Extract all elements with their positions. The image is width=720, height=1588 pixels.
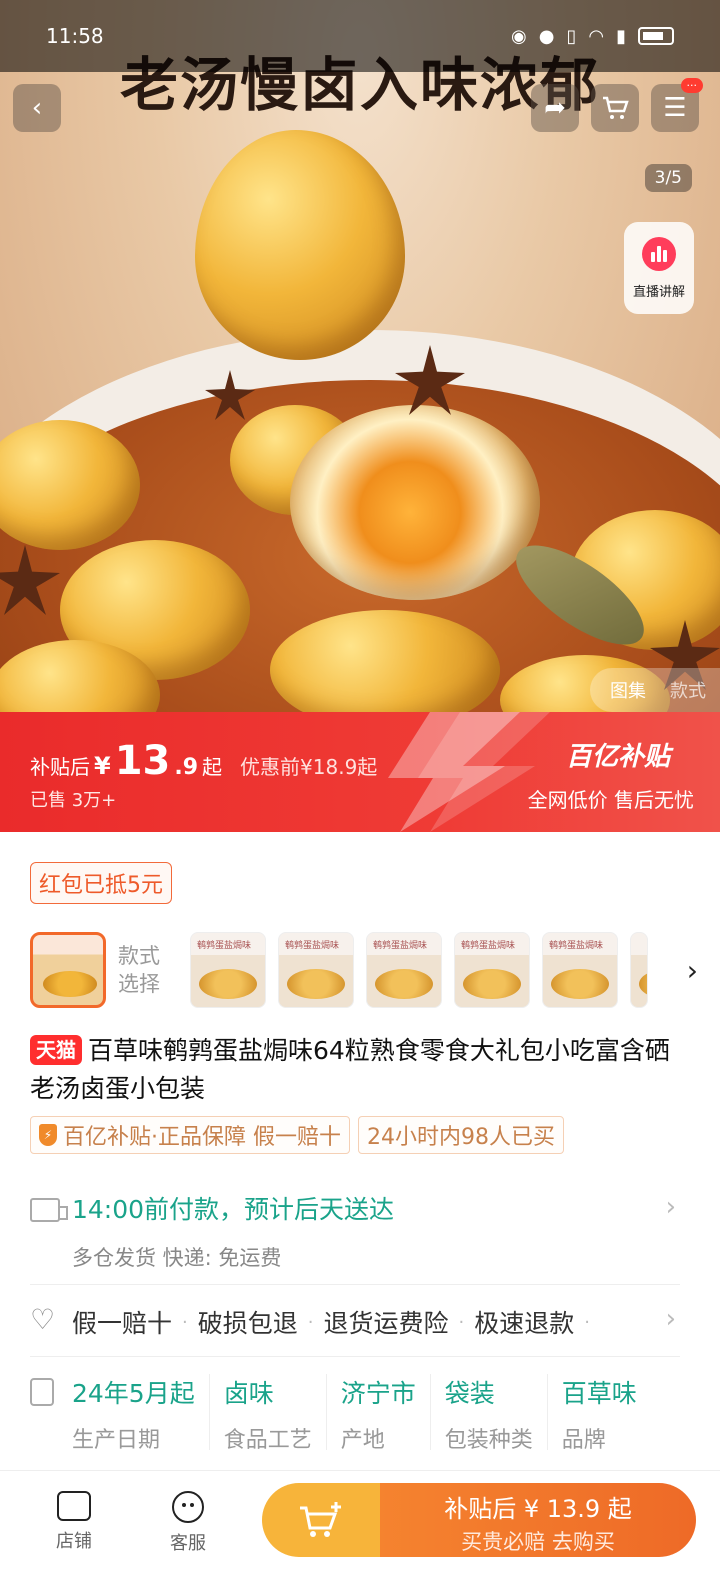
spec-brand: 百草味 品牌 bbox=[561, 1379, 637, 1453]
live-explain-button[interactable]: 直播讲解 bbox=[624, 222, 694, 314]
image-counter: 3/5 bbox=[644, 164, 692, 192]
variant-thumb[interactable]: 鹌鹑蛋盐焗味 bbox=[190, 932, 266, 1008]
live-explain-label: 直播讲解 bbox=[632, 284, 685, 300]
variant-selector[interactable]: 款式选择 鹌鹑蛋盐焗味 鹌鹑蛋盐焗味 鹌鹑蛋盐焗味 鹌鹑蛋盐焗味 鹌鹑蛋盐焗味 … bbox=[30, 930, 710, 1010]
guarantee-item: 退货运费险 bbox=[323, 1309, 449, 1338]
divider bbox=[30, 1284, 680, 1285]
subsidy-banner: 补贴后 ¥ 13 .9 起 优惠前¥18.9起 已售 3万+ 百亿补贴 全网低价… bbox=[0, 712, 720, 832]
price-integer: 13 bbox=[114, 738, 171, 784]
add-to-cart-button[interactable] bbox=[262, 1483, 380, 1557]
gallery-tabs: 图集 款式 bbox=[590, 668, 720, 712]
back-button[interactable]: ‹ bbox=[13, 84, 61, 132]
shop-button[interactable]: 店铺 bbox=[34, 1491, 114, 1553]
product-title-text: 百草味鹌鹑蛋盐焗味64粒熟食零食大礼包小吃富含硒老汤卤蛋小包装 bbox=[30, 1036, 670, 1103]
chevron-right-icon: › bbox=[665, 1304, 676, 1334]
status-time: 11:58 bbox=[46, 24, 104, 48]
buy-action-label: 买贵必赔 去购买 bbox=[461, 1530, 615, 1554]
shop-icon bbox=[57, 1491, 91, 1521]
product-page: 老汤慢卤入味浓郁 11:58 ◉ ● ▯ ◠ ▮ ‹ ➦ ☰ ··· 3/5 直 bbox=[0, 0, 720, 1588]
location-icon: ● bbox=[538, 25, 555, 47]
coupon-badge[interactable]: 红包已抵5元 bbox=[30, 862, 172, 904]
vibrate-icon: ▯ bbox=[566, 25, 577, 47]
eye-icon: ◉ bbox=[511, 25, 527, 47]
variant-thumb-selected[interactable] bbox=[30, 932, 106, 1008]
share-icon: ➦ bbox=[544, 93, 566, 123]
cart-button[interactable] bbox=[591, 84, 639, 132]
status-bar: 11:58 ◉ ● ▯ ◠ ▮ bbox=[0, 0, 720, 72]
bottom-action-bar: 店铺 客服 补贴后 ¥ 13.9 起 买贵必赔 去购买 bbox=[0, 1470, 720, 1588]
subsidy-brand-logo: 百亿补贴 bbox=[565, 742, 670, 772]
message-badge: ··· bbox=[680, 78, 703, 93]
truck-icon bbox=[30, 1198, 68, 1222]
spec-packaging: 袋装 包装种类 bbox=[445, 1374, 548, 1453]
subsidy-label: 补贴后 bbox=[30, 755, 90, 779]
cart-icon bbox=[603, 96, 629, 119]
spec-production-date: 24年5月起 生产日期 bbox=[72, 1374, 210, 1453]
heart-icon: ♡ bbox=[30, 1303, 56, 1336]
tab-gallery[interactable]: 图集 bbox=[610, 677, 646, 703]
signal-icon: ▮ bbox=[616, 25, 626, 47]
variant-thumb[interactable] bbox=[630, 932, 648, 1008]
cart-plus-icon bbox=[300, 1502, 341, 1537]
shipping-info: 多仓发货 快递: 免运费 bbox=[72, 1246, 282, 1270]
spec-list: 24年5月起 生产日期 卤味 食品工艺 济宁市 产地 袋装 包装种类 百草味 品… bbox=[72, 1374, 665, 1453]
service-label: 客服 bbox=[170, 1533, 206, 1554]
guarantee-item: 破损包退 bbox=[197, 1309, 298, 1338]
more-button[interactable]: ☰ ··· bbox=[651, 78, 703, 132]
chevron-left-icon: ‹ bbox=[31, 93, 43, 123]
variant-label: 款式选择 bbox=[118, 944, 160, 996]
shield-icon: ⚡ bbox=[39, 1124, 57, 1146]
buy-price-label: 补贴后 ¥ 13.9 起 bbox=[444, 1495, 632, 1523]
variant-thumb[interactable]: 鹌鹑蛋盐焗味 bbox=[454, 932, 530, 1008]
wifi-icon: ◠ bbox=[588, 25, 605, 47]
floating-egg-illustration bbox=[195, 130, 405, 360]
cut-egg-illustration bbox=[290, 405, 540, 600]
specs-row[interactable]: 24年5月起 生产日期 卤味 食品工艺 济宁市 产地 袋装 包装种类 百草味 品… bbox=[30, 1374, 690, 1460]
delivery-estimate: 14:00前付款，预计后天送达 bbox=[72, 1195, 395, 1224]
original-price: 优惠前¥18.9起 bbox=[240, 755, 378, 779]
subsidy-price: 补贴后 ¥ 13 .9 起 优惠前¥18.9起 bbox=[30, 738, 377, 784]
tab-styles[interactable]: 款式 bbox=[670, 677, 706, 703]
spec-process: 卤味 食品工艺 bbox=[224, 1374, 327, 1453]
more-icon: ☰ bbox=[663, 93, 687, 123]
tmall-badge: 天猫 bbox=[30, 1035, 82, 1065]
clipboard-icon bbox=[30, 1378, 54, 1406]
battery-icon bbox=[638, 27, 674, 45]
chevron-right-icon: › bbox=[665, 1192, 676, 1222]
chevron-right-icon[interactable]: › bbox=[687, 954, 710, 987]
product-tags: ⚡ 百亿补贴·正品保障 假一赔十 24小时内98人已买 bbox=[30, 1116, 564, 1154]
status-icons: ◉ ● ▯ ◠ ▮ bbox=[511, 26, 674, 47]
variant-thumb[interactable]: 鹌鹑蛋盐焗味 bbox=[278, 932, 354, 1008]
guarantee-list: 假一赔十 · 破损包退 · 退货运费险 · 极速退款 · bbox=[72, 1304, 600, 1340]
egg-illustration bbox=[270, 610, 500, 720]
service-face-icon bbox=[172, 1491, 204, 1523]
currency-symbol: ¥ bbox=[94, 752, 111, 780]
shipping-row[interactable]: 14:00前付款，预计后天送达 多仓发货 快递: 免运费 › bbox=[30, 1190, 690, 1270]
customer-service-button[interactable]: 客服 bbox=[148, 1491, 228, 1555]
price-decimal: .9 bbox=[174, 755, 199, 780]
sold-count: 已售 3万+ bbox=[30, 790, 117, 811]
variant-thumb[interactable]: 鹌鹑蛋盐焗味 bbox=[366, 932, 442, 1008]
share-button[interactable]: ➦ bbox=[531, 84, 579, 132]
spec-origin: 济宁市 产地 bbox=[341, 1374, 431, 1453]
product-title: 天猫 百草味鹌鹑蛋盐焗味64粒熟食零食大礼包小吃富含硒老汤卤蛋小包装 bbox=[30, 1032, 690, 1108]
price-from-label: 起 bbox=[202, 755, 223, 779]
buy-now-button[interactable]: 补贴后 ¥ 13.9 起 买贵必赔 去购买 bbox=[380, 1483, 696, 1557]
divider bbox=[30, 1356, 680, 1357]
guarantee-tag[interactable]: ⚡ 百亿补贴·正品保障 假一赔十 bbox=[30, 1116, 350, 1154]
live-bars-icon bbox=[642, 236, 676, 271]
shop-label: 店铺 bbox=[56, 1531, 92, 1552]
purchase-count-tag: 24小时内98人已买 bbox=[358, 1116, 564, 1154]
guarantee-item: 假一赔十 bbox=[72, 1309, 173, 1338]
guarantee-item: 极速退款 bbox=[474, 1309, 575, 1338]
variant-thumb[interactable]: 鹌鹑蛋盐焗味 bbox=[542, 932, 618, 1008]
buy-button-group: 补贴后 ¥ 13.9 起 买贵必赔 去购买 bbox=[262, 1483, 696, 1557]
guarantee-row[interactable]: ♡ 假一赔十 · 破损包退 · 退货运费险 · 极速退款 · › bbox=[30, 1304, 690, 1344]
subsidy-slogan: 全网低价 售后无忧 bbox=[527, 788, 694, 812]
